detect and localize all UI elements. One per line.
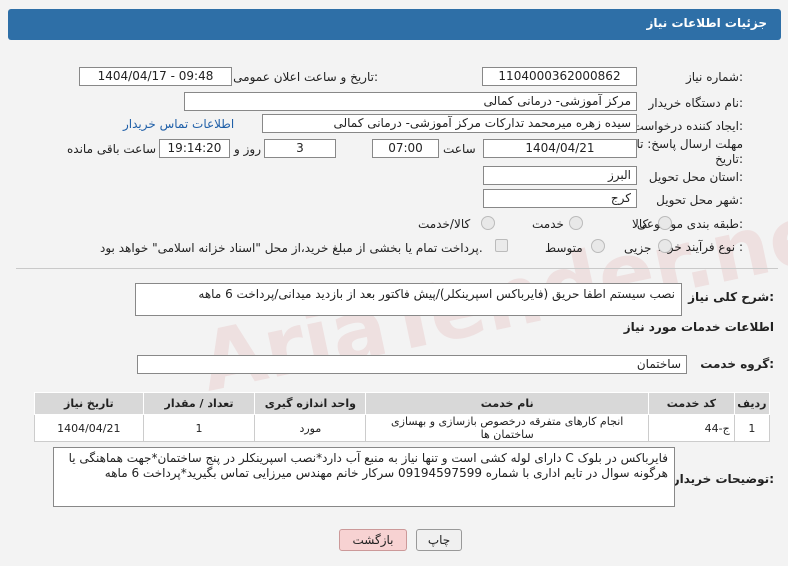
col-name: نام خدمت — [365, 392, 650, 415]
col-code: کد خدمت — [648, 392, 735, 415]
cell-name: انجام کارهای متفرقه درخصوص بازسازی و بهس… — [365, 414, 650, 442]
col-unit: واحد اندازه گیری — [254, 392, 367, 415]
buyer-notes-field: فایرباکس در بلوک C دارای لوله کشی است و … — [53, 447, 675, 507]
cell-qty: 1 — [142, 414, 256, 442]
category-option-goods-service: کالا/خدمت — [418, 217, 471, 231]
process-option-medium: متوسط — [545, 241, 583, 255]
province-label: استان محل تحویل: — [648, 170, 743, 184]
service-group-label: گروه خدمت: — [700, 357, 774, 371]
summary-label: شرح کلی نیاز: — [688, 290, 774, 304]
buyer-notes-label: توضیحات خریدار: — [672, 472, 774, 486]
category-radio-goods-service[interactable] — [481, 216, 495, 230]
payment-note: پرداخت تمام یا بخشی از مبلغ خرید،از محل … — [100, 241, 483, 255]
buyer-contact-link[interactable]: اطلاعات تماس خریدار — [123, 117, 234, 131]
city-field: کرج — [483, 189, 637, 208]
process-radio-medium[interactable] — [591, 239, 605, 253]
table-row: 1 ج-44 انجام کارهای متفرقه درخصوص بازساز… — [34, 414, 771, 442]
category-radio-goods[interactable] — [658, 216, 672, 230]
remaining-label: ساعت باقی مانده — [67, 142, 157, 156]
service-group-field: ساختمان — [137, 355, 687, 374]
col-date: تاریخ نیاز — [34, 392, 144, 415]
treasury-checkbox[interactable] — [495, 239, 508, 252]
print-button[interactable]: چاپ — [416, 529, 462, 551]
category-radio-service[interactable] — [569, 216, 583, 230]
city-label: شهر محل تحویل: — [656, 193, 743, 207]
remaining-time-field: 19:14:20 — [159, 139, 230, 158]
announce-field: 1404/04/17 - 09:48 — [79, 67, 232, 86]
days-label: روز و — [234, 142, 261, 156]
province-field: البرز — [483, 166, 637, 185]
cell-row: 1 — [733, 414, 771, 442]
process-option-minor: جزیی — [624, 241, 652, 255]
buyer-org-label: نام دستگاه خریدار: — [648, 96, 744, 110]
divider — [16, 268, 778, 269]
services-table: ردیف کد خدمت نام خدمت واحد اندازه گیری ت… — [34, 392, 771, 442]
time-label: ساعت — [443, 142, 476, 156]
deadline-label-date: تاریخ: — [715, 152, 743, 166]
creator-label: ایجاد کننده درخواست: — [632, 119, 743, 133]
cell-unit: مورد — [254, 414, 367, 442]
category-label: طبقه بندی موضوعی: — [636, 217, 743, 231]
announce-label: تاریخ و ساعت اعلان عمومی: — [233, 70, 378, 84]
cell-date: 1404/04/21 — [34, 414, 144, 442]
need-number-field: 1104000362000862 — [482, 67, 637, 86]
deadline-date-field: 1404/04/21 — [483, 139, 637, 158]
page-title: جزئیات اطلاعات نیاز — [646, 16, 767, 30]
col-row: ردیف — [733, 392, 771, 415]
deadline-label: مهلت ارسال پاسخ: تا — [636, 137, 743, 151]
category-option-service: خدمت — [532, 217, 564, 231]
cell-code: ج-44 — [648, 414, 735, 442]
deadline-time-field: 07:00 — [372, 139, 439, 158]
summary-field: نصب سیستم اطفا حریق (فایرباکس اسپرینکلر)… — [135, 283, 682, 316]
buyer-org-field: مرکز آموزشی- درمانی کمالی — [184, 92, 637, 111]
creator-field: سیده زهره میرمحمد تدارکات مرکز آموزشی- د… — [262, 114, 637, 133]
back-button[interactable]: بازگشت — [339, 529, 407, 551]
page-header: جزئیات اطلاعات نیاز — [8, 9, 781, 40]
services-section-title: اطلاعات خدمات مورد نیاز — [623, 320, 774, 334]
category-option-goods: کالا — [632, 217, 649, 231]
need-number-label: شماره نیاز: — [685, 70, 743, 84]
col-qty: تعداد / مقدار — [142, 392, 256, 415]
process-radio-minor[interactable] — [658, 239, 672, 253]
days-field: 3 — [264, 139, 336, 158]
